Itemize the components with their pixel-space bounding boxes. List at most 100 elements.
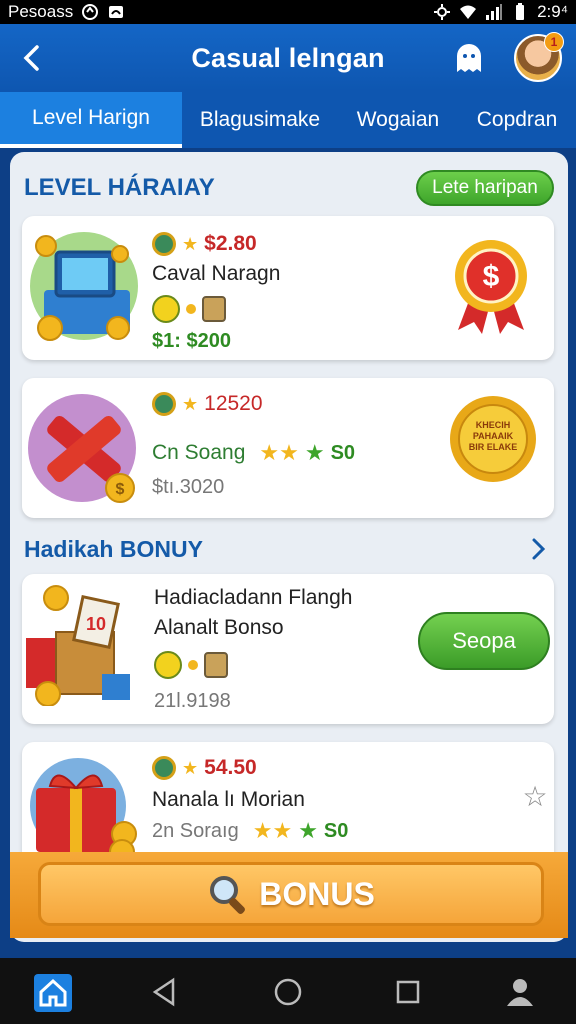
seopa-button[interactable]: Seopa [418,612,550,670]
person-icon [507,979,533,1006]
nav-profile-button[interactable] [502,974,538,1010]
chevron-right-icon [532,538,546,560]
lete-haripan-button[interactable]: Lete haripan [416,170,554,206]
home-app-button[interactable] [34,974,72,1012]
brightness-icon [434,4,451,20]
spool-icon [204,652,228,678]
offer-name: Caval Naragn [152,262,281,285]
section-more-button[interactable] [528,536,552,564]
gift-box-icon: 10 [26,585,130,706]
svg-text:10: 10 [86,614,106,634]
nav-recents-button[interactable] [390,974,426,1010]
svg-text:$: $ [116,481,125,498]
section-title-bonus: Hadikah BONUY [24,535,203,562]
circle-home-icon [274,978,302,1006]
sync-icon [82,4,99,20]
section-title-level: LEVEL HÁRAIAY [24,174,215,201]
avatar[interactable]: 1 [514,32,564,82]
system-nav-bar [0,958,576,1024]
avatar-badge: 1 [544,32,564,52]
compass-icon [152,232,176,256]
dollar-rosette-icon: $ [455,240,527,334]
offer-sub: $tı.3020 [152,476,225,498]
bonus-sub: 2n Soraıg [152,819,239,842]
dot-icon [186,304,196,314]
bonus-card[interactable]: 10 Hadiacladann Flangh Alanalt Bonso 21l… [22,574,554,724]
content-panel: LEVEL HÁRAIAY Lete haripan ★ $2.80 Caval… [10,152,568,942]
app-header: Casual lelngan 1 [0,24,576,92]
signal-icon [486,4,503,20]
page-title: Casual lelngan [191,42,385,73]
magnifier-icon [210,876,246,914]
bonus-bar: BONUS [10,852,568,938]
bonus-button[interactable]: BONUS [38,862,544,926]
dot-icon [188,660,198,670]
wifi-icon [460,5,477,19]
seal-text: KHECIH PAHAAIK BIR ELAKE [468,420,518,452]
tab-bar: Level Harign Blagusimake Wogaian Copdran [0,92,576,148]
star-icon: ★ [182,233,199,254]
bonus-details: Hadiacladann Flangh Alanalt Bonso 21l.91… [154,586,352,713]
ghost-button[interactable] [448,38,490,80]
rating-stars-icon: ★★ [259,440,299,465]
tab-wogaian[interactable]: Wogaian [338,92,458,148]
offer-extra: $1: $200 [152,330,231,352]
svg-text:$: $ [483,260,500,293]
compass-icon [152,392,176,416]
bonus-label: BONUS [259,875,375,912]
tab-copdran[interactable]: Copdran [458,92,576,148]
name-rating-row: Cn Soang ★★ ★ S0 [152,440,355,466]
home-icon [39,978,67,1007]
chevron-left-icon [23,45,39,71]
gold-seal-badge: KHECIH PAHAAIK BIR ELAKE [448,394,538,484]
rating-star-green-icon: ★ [304,440,325,465]
compass-icon [152,756,176,780]
star-icon: ★ [182,393,199,414]
rating-star-green-icon: ★ [298,818,318,843]
token-row [154,650,352,680]
nav-back-button[interactable] [146,974,182,1010]
treasure-chest-icon [30,232,138,341]
square-recents-icon [396,980,420,1004]
section-header-bonus: Hadikah BONUY [24,532,203,566]
spool-icon [202,296,226,322]
battery-icon [516,3,525,20]
crossed-rolls-icon: $ [28,394,136,503]
ghost-icon [457,44,481,72]
bonus-sub: 21l.9198 [154,690,231,712]
token-icon [154,651,182,679]
notification-icon [109,6,124,18]
offer-price: 12520 [204,392,263,415]
offer-name: Cn Soang [152,441,246,464]
clock: 2:9⁴ [537,2,568,21]
offer-card[interactable]: $ ★ 12520 Cn Soang ★★ ★ S0 $tı.3020 KHEC… [22,378,554,518]
rating-value: S0 [330,441,356,464]
bonus-price: 54.50 [204,756,257,779]
bonus-details: ★ 54.50 Nanala lı Morian 2n Soraıg ★★ ★ … [152,754,348,844]
status-bar: Pesoass 2:9⁴ [0,0,576,24]
bonus-name-line1: Hadiacladann Flangh [154,586,353,609]
rating-stars-icon: ★★ [252,818,293,843]
offer-price: $2.80 [204,232,257,255]
favorite-star-icon[interactable]: ☆ [520,782,550,812]
offer-details: ★ $2.80 Caval Naragn $1: $200 [152,230,280,353]
offer-details: ★ 12520 Cn Soang ★★ ★ S0 $tı.3020 [152,390,355,499]
back-button[interactable] [14,40,50,76]
token-icon [152,295,180,323]
section-header-level: LEVEL HÁRAIAY [24,170,215,206]
nav-home-button[interactable] [270,974,306,1010]
rating-value: S0 [323,819,349,842]
tab-blagusimake[interactable]: Blagusimake [182,92,338,148]
star-icon: ★ [182,757,199,778]
sub-rating-row: 2n Soraıg ★★ ★ S0 [152,818,348,844]
bonus-name: Nanala lı Morian [152,788,305,811]
offer-card[interactable]: ★ $2.80 Caval Naragn $1: $200 $ [22,216,554,360]
price-row: ★ $2.80 [152,230,280,258]
triangle-back-icon [152,977,175,1007]
bonus-name-line2: Alanalt Bonso [154,616,284,639]
token-row [152,294,280,324]
tab-level-harign[interactable]: Level Harign [0,92,182,148]
price-row: ★ 12520 [152,390,355,418]
price-row: ★ 54.50 [152,754,348,782]
carrier-label: Pesoass [8,2,74,21]
